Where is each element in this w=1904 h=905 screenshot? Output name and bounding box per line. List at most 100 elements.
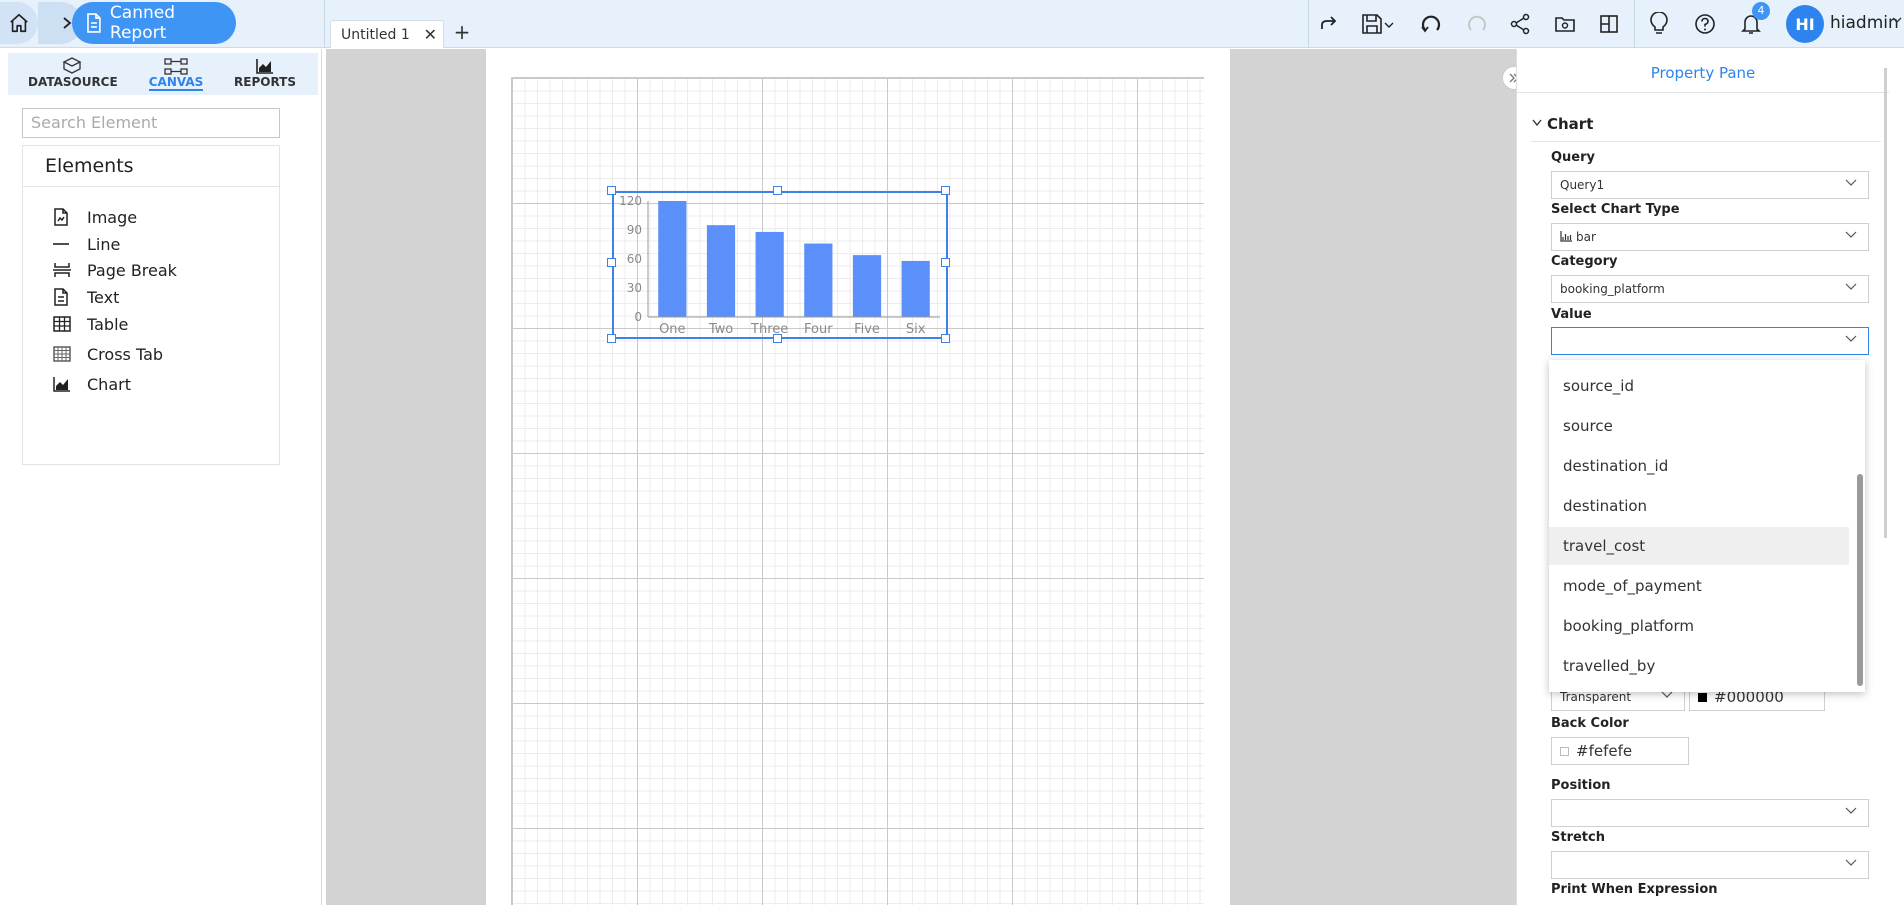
share-button[interactable] [1507,11,1533,37]
category-label: Category [1551,254,1618,269]
help-icon [1695,14,1715,34]
element-label: Page Break [87,260,177,280]
canvas-icon [164,58,188,75]
category-select[interactable]: booking_platform [1551,275,1869,303]
value-select[interactable] [1551,327,1869,355]
dropdown-option[interactable]: source [1549,407,1849,445]
save-icon [1362,14,1394,34]
tips-button[interactable] [1646,11,1672,37]
resize-handle-nw[interactable] [607,186,616,195]
position-select[interactable] [1551,799,1869,827]
username[interactable]: hiadmin [1830,13,1899,33]
element-text[interactable]: Text [53,285,119,309]
chart-type-select[interactable]: bar [1551,223,1869,251]
resize-handle-se[interactable] [941,334,950,343]
chart-icon [53,377,70,392]
x-tick-label: Four [804,322,833,337]
tab-canvas[interactable]: CANVAS [146,55,206,93]
y-tick-label: 30 [627,281,642,295]
document-icon [87,13,101,33]
x-tick-label: Six [906,322,926,337]
query-select[interactable]: Query1 [1551,171,1869,199]
resize-handle-s[interactable] [773,334,782,343]
left-panel-tabs: DATASOURCE CANVAS REPORTS [8,53,318,95]
element-image[interactable]: Image [53,205,137,229]
element-label: Chart [87,374,131,394]
tab-untitled-1[interactable]: Untitled 1 ✕ [330,20,444,48]
bar-chart: 0 30 60 90 120 One Two Three Four Five Six [619,194,940,337]
stretch-select[interactable] [1551,851,1869,879]
chevron-down-icon [1845,335,1857,342]
element-cross-tab[interactable]: Cross Tab [53,342,163,366]
resize-handle-sw[interactable] [607,334,616,343]
tab-datasource[interactable]: DATASOURCE [28,55,118,93]
bar [901,260,930,317]
select-value: Transparent [1560,690,1632,704]
table-icon [53,316,71,332]
help-button[interactable] [1692,11,1718,37]
open-folder-button[interactable] [1552,11,1578,37]
breadcrumb-canned-report[interactable]: Canned Report [72,2,236,44]
y-tick-label: 60 [627,252,642,266]
print-when-label: Print When Expression [1551,882,1718,897]
dropdown-option-highlighted[interactable]: travel_cost [1549,527,1849,565]
x-tick-label: Two [708,322,733,337]
layout-button[interactable] [1596,11,1622,37]
tab-reports[interactable]: REPORTS [230,55,300,93]
resize-handle-ne[interactable] [941,186,950,195]
resize-handle-w[interactable] [607,258,616,267]
redo-button[interactable] [1316,11,1342,37]
element-chart[interactable]: Chart [53,372,131,396]
resize-handle-n[interactable] [773,186,782,195]
dropdown-option[interactable]: destination [1549,487,1849,525]
lightbulb-icon [1650,12,1668,34]
tab-label: CANVAS [148,75,204,91]
report-page[interactable] [486,49,1230,905]
dropdown-option[interactable]: destination_id [1549,447,1849,485]
chart-element[interactable]: 0 30 60 90 120 One Two Three Four Five Six [612,191,948,339]
tab-label: DATASOURCE [28,75,118,89]
tab-label: REPORTS [234,75,296,89]
x-tick-label: Three [750,322,788,337]
chevron-down-icon [1532,119,1542,127]
dropdown-option[interactable]: travelled_by [1549,647,1849,685]
dropdown-option[interactable]: source_id [1549,367,1849,405]
divider [1531,141,1881,142]
home-icon [10,13,28,33]
layout-icon [1600,15,1618,33]
close-icon[interactable]: ✕ [424,25,437,44]
property-pane-scrollbar[interactable] [1884,68,1887,538]
divider [23,186,279,187]
chevron-down-icon [1845,179,1857,186]
refresh-button[interactable] [1418,11,1444,37]
dropdown-option[interactable]: booking_platform [1549,607,1849,645]
tab-label: Untitled 1 [341,26,410,43]
save-button[interactable] [1360,11,1396,37]
resize-handle-e[interactable] [941,258,950,267]
chevron-down-icon [1845,807,1857,814]
avatar[interactable]: HI [1786,5,1824,43]
dropdown-option[interactable]: mode_of_payment [1549,567,1849,605]
element-table[interactable]: Table [53,312,128,336]
back-color-input[interactable]: #fefefe [1551,737,1689,765]
dropdown-scrollbar[interactable] [1857,474,1863,686]
chevron-down-icon[interactable] [1891,14,1903,29]
add-tab-button[interactable]: + [452,20,472,44]
bar [804,243,833,317]
element-page-break[interactable]: Page Break [53,258,177,282]
element-label: Line [87,234,121,254]
home-button[interactable] [0,2,38,44]
bar [706,225,736,317]
bar [852,255,882,317]
select-value: Query1 [1560,178,1605,192]
property-pane-title: Property Pane [1517,49,1889,93]
redo-icon [1321,16,1337,29]
x-tick-label: Five [854,322,880,337]
folder-icon [1555,17,1575,32]
x-tick-label: One [659,322,685,337]
y-tick-label: 120 [619,194,642,208]
color-swatch [1698,692,1707,702]
chart-section-header[interactable]: Chart [1531,115,1593,133]
search-element-input[interactable]: Search Element [22,108,280,138]
element-line[interactable]: Line [53,232,120,256]
